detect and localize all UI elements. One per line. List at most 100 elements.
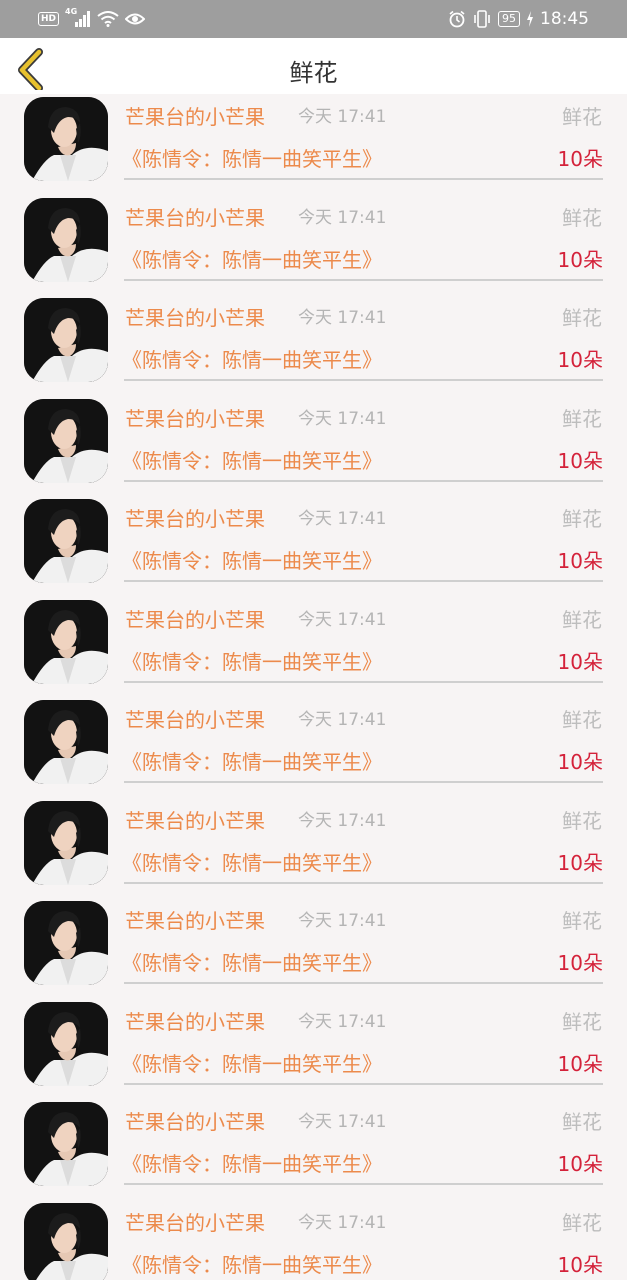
gift-type-label: 鲜花: [562, 406, 602, 431]
divider: [124, 781, 603, 783]
list-item[interactable]: 芒果台的小芒果 今天 17:41 鲜花 《陈情令：陈情一曲笑平生》 10朵: [0, 999, 627, 1100]
list-item[interactable]: 芒果台的小芒果 今天 17:41 鲜花 《陈情令：陈情一曲笑平生》 10朵: [0, 295, 627, 396]
list-item[interactable]: 芒果台的小芒果 今天 17:41 鲜花 《陈情令：陈情一曲笑平生》 10朵: [0, 597, 627, 698]
program-title: 《陈情令：陈情一曲笑平生》: [122, 1252, 382, 1277]
timestamp: 今天 17:41: [298, 609, 387, 630]
status-bar-right: 95 18:45: [448, 8, 589, 30]
program-title: 《陈情令：陈情一曲笑平生》: [122, 147, 382, 171]
avatar[interactable]: [24, 1001, 108, 1086]
avatar[interactable]: [24, 398, 108, 483]
timestamp: 今天 17:41: [298, 207, 387, 228]
timestamp: 今天 17:41: [298, 810, 387, 831]
list-item[interactable]: 芒果台的小芒果 今天 17:41 鲜花 《陈情令：陈情一曲笑平生》 10朵: [0, 697, 627, 798]
program-title: 《陈情令：陈情一曲笑平生》: [122, 348, 382, 372]
gift-count: 10朵: [557, 1152, 603, 1176]
divider: [124, 479, 603, 482]
avatar[interactable]: [24, 599, 108, 684]
sender-name: 芒果台的小芒果: [125, 406, 265, 431]
gift-type-label: 鲜花: [562, 507, 602, 531]
vibrate-icon: [472, 10, 492, 28]
list-item[interactable]: 芒果台的小芒果 今天 17:41 鲜花 《陈情令：陈情一曲笑平生》 10朵: [0, 496, 627, 597]
hd-badge: HD: [38, 12, 60, 26]
sender-name: 芒果台的小芒果: [125, 708, 265, 732]
gift-type-label: 鲜花: [562, 1110, 602, 1134]
avatar[interactable]: [24, 800, 108, 885]
list-item[interactable]: 芒果台的小芒果 今天 17:41 鲜花 《陈情令：陈情一曲笑平生》 10朵: [0, 396, 627, 497]
timestamp: 今天 17:41: [298, 1011, 387, 1032]
divider: [124, 580, 603, 582]
divider: [124, 178, 603, 180]
program-title: 《陈情令：陈情一曲笑平生》: [122, 850, 382, 875]
charging-icon: [526, 11, 534, 27]
eye-comfort-icon: [124, 11, 146, 27]
sender-name: 芒果台的小芒果: [125, 1210, 265, 1235]
program-title: 《陈情令：陈情一曲笑平生》: [122, 951, 382, 975]
timestamp: 今天 17:41: [298, 710, 387, 730]
gift-type-label: 鲜花: [562, 306, 602, 330]
list-item[interactable]: 芒果台的小芒果 今天 17:41 鲜花 《陈情令：陈情一曲笑平生》 10朵: [0, 1200, 627, 1280]
list-item[interactable]: 芒果台的小芒果 今天 17:41 鲜花 《陈情令：陈情一曲笑平生》 10朵: [0, 898, 627, 999]
sender-name: 芒果台的小芒果: [125, 507, 265, 531]
gift-count: 10朵: [557, 549, 603, 573]
gift-type-label: 鲜花: [562, 1009, 602, 1034]
avatar[interactable]: [24, 499, 108, 583]
avatar[interactable]: [24, 901, 108, 985]
sender-name: 芒果台的小芒果: [125, 205, 265, 230]
avatar[interactable]: [24, 197, 108, 282]
sender-name: 芒果台的小芒果: [125, 306, 265, 330]
alarm-icon: [448, 10, 466, 28]
gift-type-label: 鲜花: [562, 708, 602, 732]
header-bar: 鲜花: [0, 38, 627, 94]
avatar[interactable]: [24, 97, 108, 181]
gift-count: 10朵: [557, 448, 603, 473]
avatar[interactable]: [24, 298, 108, 382]
gift-count: 10朵: [557, 1252, 603, 1277]
status-bar-left: HD 4G: [38, 7, 146, 29]
sender-name: 芒果台的小芒果: [125, 607, 265, 632]
gift-count: 10朵: [557, 247, 603, 272]
program-title: 《陈情令：陈情一曲笑平生》: [122, 549, 382, 573]
divider: [124, 1082, 603, 1085]
gift-type-label: 鲜花: [562, 808, 602, 833]
gift-type-label: 鲜花: [562, 205, 602, 230]
page-title: 鲜花: [289, 59, 338, 87]
gift-count: 10朵: [557, 649, 603, 674]
gift-type-label: 鲜花: [562, 105, 602, 129]
divider: [124, 881, 603, 884]
divider: [124, 1183, 603, 1185]
gift-count: 10朵: [557, 1051, 603, 1076]
program-title: 《陈情令：陈情一曲笑平生》: [122, 750, 382, 774]
sender-name: 芒果台的小芒果: [125, 1009, 265, 1034]
cellular-signal-icon: 4G: [65, 7, 91, 27]
avatar[interactable]: [24, 700, 108, 784]
divider: [124, 278, 603, 281]
sender-name: 芒果台的小芒果: [125, 1110, 265, 1134]
status-time: 18:45: [540, 9, 589, 29]
timestamp: 今天 17:41: [298, 107, 387, 127]
wifi-icon: [97, 11, 119, 27]
program-title: 《陈情令：陈情一曲笑平生》: [122, 1051, 382, 1076]
gift-type-label: 鲜花: [562, 607, 602, 632]
list-item[interactable]: 芒果台的小芒果 今天 17:41 鲜花 《陈情令：陈情一曲笑平生》 10朵: [0, 798, 627, 899]
timestamp: 今天 17:41: [298, 308, 387, 328]
timestamp: 今天 17:41: [298, 408, 387, 429]
gift-list: 芒果台的小芒果 今天 17:41 鲜花 《陈情令：陈情一曲笑平生》 10朵 芒果…: [0, 94, 627, 1280]
battery-level: 95: [498, 11, 520, 27]
avatar[interactable]: [24, 1202, 108, 1280]
list-item[interactable]: 芒果台的小芒果 今天 17:41 鲜花 《陈情令：陈情一曲笑平生》 10朵: [0, 94, 627, 195]
program-title: 《陈情令：陈情一曲笑平生》: [122, 448, 382, 473]
gift-count: 10朵: [557, 951, 603, 975]
list-item[interactable]: 芒果台的小芒果 今天 17:41 鲜花 《陈情令：陈情一曲笑平生》 10朵: [0, 195, 627, 296]
divider: [124, 982, 603, 984]
avatar[interactable]: [24, 1102, 108, 1186]
sender-name: 芒果台的小芒果: [125, 105, 265, 129]
status-bar: HD 4G 95 18:45: [0, 0, 627, 38]
list-item[interactable]: 芒果台的小芒果 今天 17:41 鲜花 《陈情令：陈情一曲笑平生》 10朵: [0, 1099, 627, 1200]
sender-name: 芒果台的小芒果: [125, 909, 265, 933]
gift-type-label: 鲜花: [562, 909, 602, 933]
gift-count: 10朵: [557, 147, 603, 171]
divider: [124, 680, 603, 683]
gift-count: 10朵: [557, 750, 603, 774]
program-title: 《陈情令：陈情一曲笑平生》: [122, 247, 382, 272]
timestamp: 今天 17:41: [298, 1212, 387, 1233]
